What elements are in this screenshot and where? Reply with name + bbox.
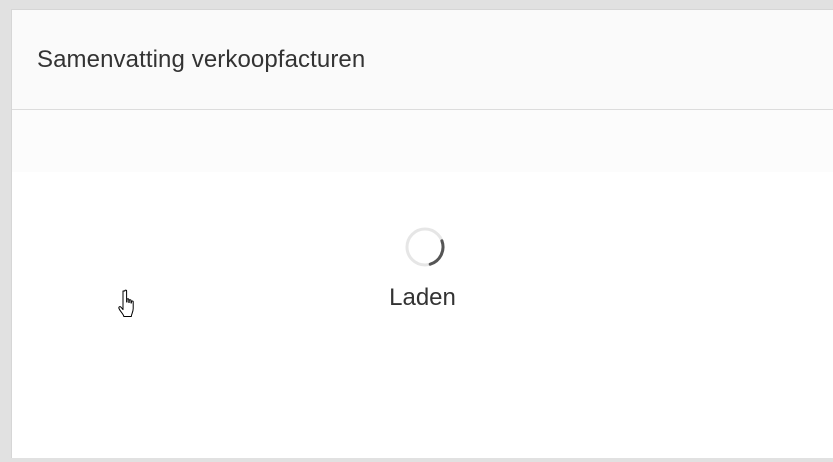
hand-pointer-cursor-icon: [118, 289, 134, 317]
sales-invoice-summary-panel: Samenvatting verkoopfacturen Laden: [11, 9, 833, 458]
loading-label: Laden: [389, 284, 456, 311]
body-top-shade: [12, 110, 833, 172]
loading-spinner-icon: [405, 227, 444, 267]
panel-title: Samenvatting verkoopfacturen: [37, 45, 366, 73]
panel-header: Samenvatting verkoopfacturen: [12, 10, 833, 110]
panel-body: Laden: [12, 110, 833, 458]
